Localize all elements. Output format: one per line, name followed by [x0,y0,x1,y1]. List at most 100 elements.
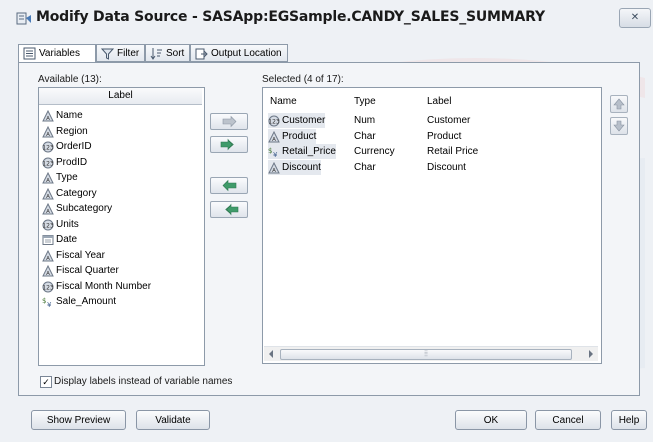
tab-output-location[interactable]: Output Location [190,44,288,62]
svg-text:A: A [46,178,50,184]
svg-text:$: $ [268,147,272,155]
column-name-header[interactable]: Name [270,96,297,107]
character-variable-icon: A [42,203,54,215]
variable-name-cell: A Product [268,128,317,144]
currency-variable-icon: $ ¥ [268,147,278,158]
move-down-button[interactable] [610,117,628,135]
available-variable-item[interactable]: A Fiscal Quarter [42,263,151,279]
svg-text:123: 123 [268,119,280,126]
available-column-header[interactable]: Label [39,88,202,105]
scroll-left-icon[interactable] [268,350,274,358]
variable-name-cell: $ ¥ Retail_Price [268,144,336,159]
available-variable-item[interactable]: 123 OrderID [42,139,151,155]
variable-name: Retail_Price [282,146,336,157]
svg-text:¥: ¥ [47,301,52,308]
available-variable-item[interactable]: 123 Fiscal Month Number [42,279,151,295]
dialog-title: Modify Data Source - SASApp:EGSample.CAN… [36,9,545,25]
validate-button[interactable]: Validate [136,410,210,430]
svg-text:A: A [46,271,50,277]
selected-variable-row[interactable]: $ ¥ Retail_Price Currency Retail Price [268,144,588,159]
selected-variable-row[interactable]: A Discount Char Discount [268,159,588,175]
tab-filter[interactable]: Filter [96,44,145,62]
svg-text:$: $ [42,297,46,305]
variable-name-cell: 123 Customer [268,113,326,128]
numeric-variable-icon: 123 [268,115,280,127]
svg-text:A: A [46,132,50,138]
selected-header: Name Type Label [270,96,590,110]
variable-name-cell: A Discount [268,159,321,175]
variable-label: Region [56,125,88,137]
character-variable-icon: A [268,130,280,143]
close-button[interactable]: ✕ [619,8,651,28]
svg-text:123: 123 [42,145,54,152]
help-button[interactable]: Help [611,410,647,430]
data-source-icon [16,12,31,25]
svg-text:123: 123 [42,284,54,291]
add-button[interactable] [210,113,248,130]
variable-label: Discount [427,161,466,173]
arrow-up-icon [613,98,625,110]
display-labels-checkbox[interactable]: ✓ [40,376,52,388]
filter-icon [101,48,114,60]
available-variable-item[interactable]: A Type [42,170,151,186]
tab-sort[interactable]: Sort [145,44,190,62]
character-variable-icon: A [42,172,54,184]
available-variable-item[interactable]: A Subcategory [42,201,151,217]
variable-label: Fiscal Quarter [56,265,119,276]
available-variable-item[interactable]: A Region [42,124,151,140]
output-location-icon [195,48,208,60]
tab-label: Sort [166,48,185,59]
scrollbar-thumb[interactable]: ⦙⦙ [280,349,572,360]
available-caption: Available (13): [38,74,102,85]
available-variable-item[interactable]: 123 Units [42,217,151,233]
available-variable-item[interactable]: $ ¥ Sale_Amount [42,294,151,310]
title-bar: Modify Data Source - SASApp:EGSample.CAN… [0,0,653,34]
available-variable-item[interactable]: A Name [42,108,151,124]
svg-text:123: 123 [42,222,54,229]
selected-variable-row[interactable]: 123 Customer Num Customer [268,113,588,128]
available-variable-item[interactable]: Date [42,232,151,248]
sort-icon [150,48,162,60]
svg-text:A: A [46,194,50,200]
available-items: A Name A Region 123 OrderID 123 ProdID A Type A Cat… [42,108,151,310]
remove-all-button[interactable] [210,201,248,218]
variable-label: Type [56,172,78,183]
variable-label: Units [56,218,79,230]
date-variable-icon [42,235,54,245]
column-type-header[interactable]: Type [354,96,376,107]
available-variable-item[interactable]: 123 ProdID [42,155,151,171]
add-all-button[interactable] [210,136,248,153]
remove-button[interactable] [210,177,248,194]
cancel-button[interactable]: Cancel [535,410,601,430]
selected-variable-row[interactable]: A Product Char Product [268,128,588,144]
show-preview-button[interactable]: Show Preview [31,410,126,430]
variable-label: Fiscal Year [56,249,105,261]
variable-type: Currency [354,146,395,157]
tab-label: Output Location [211,48,282,59]
tab-variables[interactable]: Variables [18,44,96,64]
available-variable-item[interactable]: A Fiscal Year [42,248,151,264]
svg-text:A: A [272,168,276,174]
variable-label: Category [56,187,97,199]
variable-label: Product [427,130,462,142]
double-arrow-left-icon [225,203,239,216]
svg-text:A: A [272,137,276,143]
variables-icon [23,47,36,60]
variable-type: Num [354,115,376,126]
svg-text:A: A [46,256,50,262]
character-variable-icon: A [268,161,280,174]
display-labels-label: Display labels instead of variable names [54,376,233,387]
variable-label: ProdID [56,156,88,168]
variable-name: Product [282,130,317,142]
horizontal-scrollbar[interactable]: ⦙⦙ [264,346,598,361]
numeric-variable-icon: 123 [42,157,54,168]
numeric-variable-icon: 123 [42,281,54,292]
scroll-right-icon[interactable] [588,350,594,358]
variable-label: OrderID [56,141,92,152]
character-variable-icon: A [42,125,54,138]
tab-label: Variables [39,48,80,59]
available-variable-item[interactable]: A Category [42,186,151,202]
column-label-header[interactable]: Label [427,96,451,107]
move-up-button[interactable] [610,95,628,113]
ok-button[interactable]: OK [455,410,527,430]
